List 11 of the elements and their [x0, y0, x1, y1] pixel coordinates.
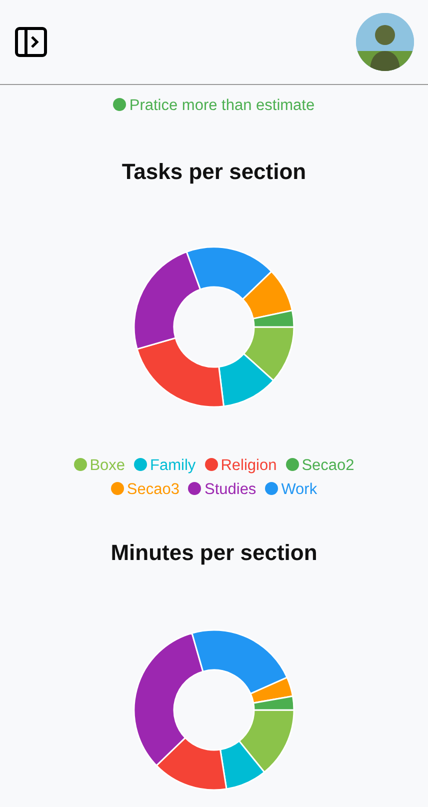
sidebar-toggle-icon[interactable] [15, 27, 47, 57]
legend-label: Religion [220, 457, 277, 474]
legend-label: Secao3 [126, 481, 180, 498]
legend-label: Boxe [90, 457, 126, 474]
chart-title: Tasks per section [120, 158, 308, 186]
legend-label: Secao2 [302, 457, 354, 474]
legend-label: Family [150, 457, 196, 474]
legend-label: Work [281, 481, 318, 498]
legend-label: Studies [204, 481, 256, 498]
legend-label: Pratice more than estimate [129, 97, 315, 114]
chart-title: Minutes per section [110, 539, 318, 567]
